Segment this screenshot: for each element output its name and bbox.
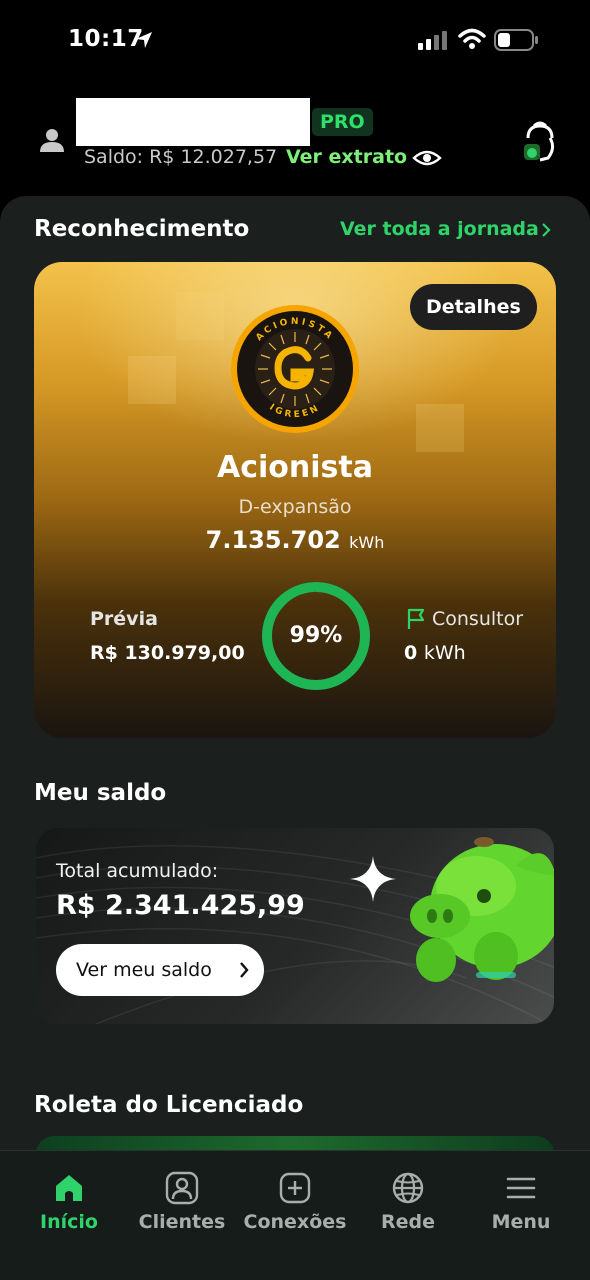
chevron-right-icon — [240, 962, 249, 978]
view-journey-link[interactable]: Ver toda a jornada — [340, 218, 539, 240]
next-level-label: Consultor — [432, 608, 524, 630]
view-balance-button[interactable]: Ver meu saldo — [56, 944, 264, 996]
shareholder-badge-icon: ACIONISTA IGREEN — [231, 305, 359, 433]
preview-value: R$ 130.979,00 — [90, 642, 245, 664]
details-button[interactable]: Detalhes — [410, 284, 537, 330]
nav-item-menu[interactable]: Menu — [462, 1171, 580, 1241]
status-time: 10:17 — [68, 26, 144, 52]
level-name: Acionista — [217, 450, 373, 485]
energy-total: 7.135.702 kWh — [34, 526, 556, 554]
nav-label: Início — [40, 1211, 98, 1233]
nav-label: Menu — [491, 1211, 551, 1233]
header-balance: Saldo: R$ 12.027,57 — [84, 146, 278, 168]
account-header: PRO Saldo: R$ 12.027,57 Ver extrato — [0, 90, 590, 190]
nav-item-network[interactable]: Rede — [349, 1171, 467, 1241]
clients-icon — [165, 1171, 199, 1205]
sparkle-icon — [350, 856, 396, 902]
piggy-bank-icon — [410, 837, 554, 982]
bottom-navigation: Início Clientes Conexões Rede Menu — [0, 1150, 590, 1280]
support-agent-icon[interactable] — [518, 120, 560, 166]
next-level-unit: kWh — [423, 642, 466, 664]
grid-tile — [416, 404, 464, 452]
level-subtitle: D-expansão — [238, 496, 352, 518]
energy-value: 7.135.702 — [205, 526, 341, 554]
balance-section-title: Meu saldo — [34, 780, 167, 806]
wifi-icon — [458, 28, 486, 49]
grid-tile — [128, 356, 176, 404]
user-name-redacted — [76, 98, 310, 146]
next-level-energy: 0 kWh — [404, 642, 466, 664]
view-statement-link[interactable]: Ver extrato — [286, 146, 407, 168]
home-icon — [56, 1175, 82, 1201]
nav-item-clients[interactable]: Clientes — [123, 1171, 241, 1241]
nav-label: Conexões — [243, 1211, 347, 1233]
view-balance-label: Ver meu saldo — [76, 959, 212, 981]
roulette-section-title: Roleta do Licenciado — [34, 1092, 304, 1118]
progress-percent: 99% — [289, 623, 343, 648]
nav-item-home[interactable]: Início — [10, 1171, 128, 1241]
nav-label: Rede — [380, 1211, 435, 1233]
preview-label: Prévia — [90, 608, 158, 630]
status-bar: 10:17 — [0, 0, 590, 80]
next-level-value: 0 — [404, 642, 418, 664]
globe-icon — [392, 1172, 424, 1204]
eye-icon[interactable] — [412, 146, 442, 170]
battery-icon — [494, 29, 538, 51]
chevron-right-icon[interactable] — [540, 222, 552, 238]
location-arrow-icon — [136, 32, 152, 48]
menu-icon — [506, 1177, 536, 1199]
energy-unit: kWh — [349, 533, 385, 552]
user-icon[interactable] — [38, 126, 66, 154]
nav-label: Clientes — [138, 1211, 226, 1233]
balance-card[interactable]: Total acumulado: R$ 2.341.425,99 Ver meu… — [36, 828, 554, 1024]
total-accumulated-value: R$ 2.341.425,99 — [56, 890, 305, 921]
nav-item-connections[interactable]: Conexões — [236, 1171, 354, 1241]
total-accumulated-label: Total acumulado: — [56, 860, 219, 882]
home-content: Reconhecimento Ver toda a jornada Detalh… — [0, 196, 590, 1156]
recognition-section-title: Reconhecimento — [34, 216, 250, 242]
cellular-signal-icon — [418, 31, 447, 50]
grid-tile — [176, 292, 224, 340]
recognition-card[interactable]: Detalhes ACIONISTA IGREEN Acionista D-ex… — [34, 262, 556, 738]
pro-badge: PRO — [312, 108, 373, 136]
flag-icon — [407, 608, 425, 629]
connections-icon — [279, 1172, 311, 1204]
